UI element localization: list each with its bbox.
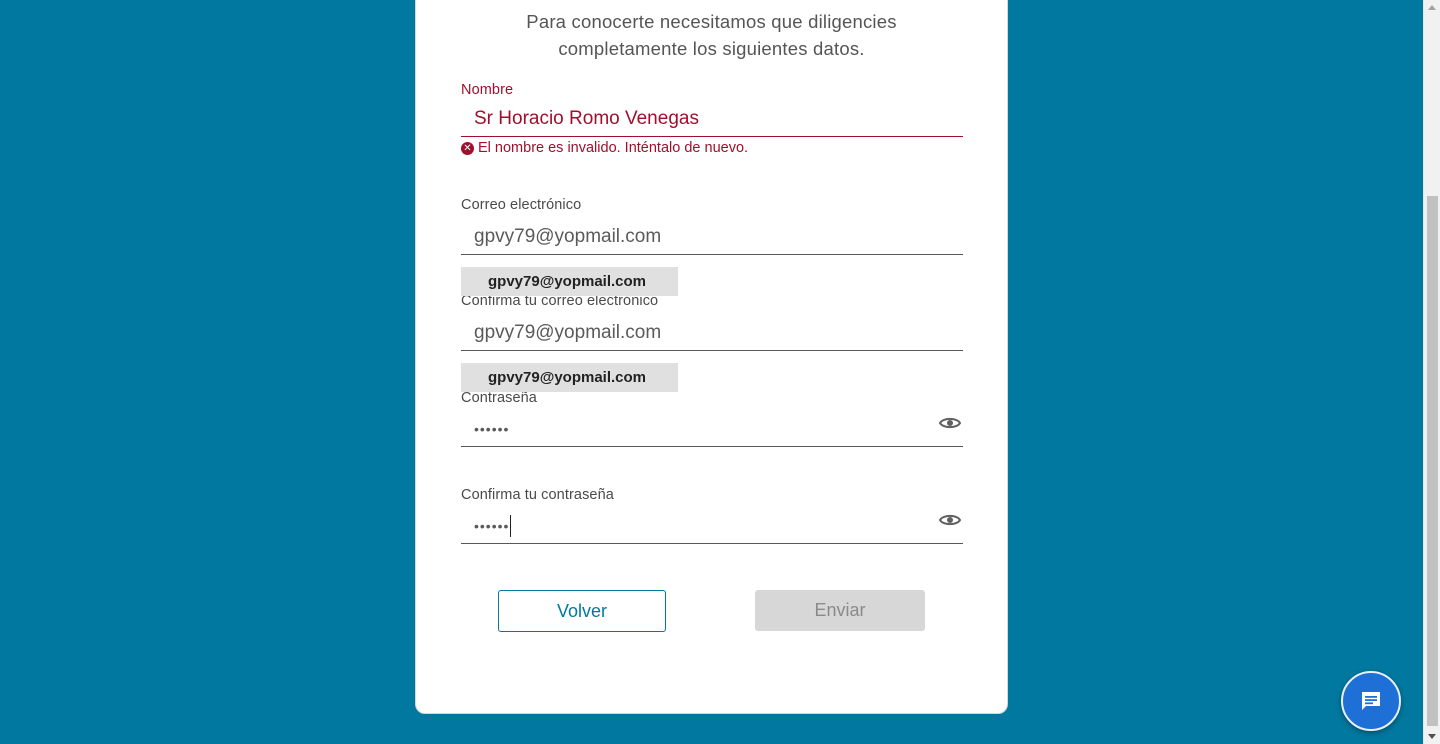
intro-line-2: completamente los siguientes datos. <box>558 38 865 59</box>
scroll-thumb[interactable] <box>1427 196 1438 726</box>
page: Para conocerte necesitamos que diligenci… <box>0 0 1440 744</box>
password-confirm-value: •••••• <box>474 517 510 534</box>
name-label: Nombre <box>461 82 514 98</box>
text-caret <box>510 514 512 537</box>
send-button[interactable]: Enviar <box>755 590 925 631</box>
scroll-up-arrow-icon[interactable] <box>1428 5 1436 10</box>
email-confirm-input[interactable] <box>461 315 963 351</box>
scrollbar[interactable] <box>1423 0 1440 744</box>
email-input[interactable] <box>461 219 963 255</box>
intro-line-1: Para conocerte necesitamos que diligenci… <box>526 11 897 32</box>
password-value: •••••• <box>474 420 510 437</box>
chat-icon <box>1362 692 1380 710</box>
password-label: Contraseña <box>461 390 537 406</box>
error-circle-icon: ✕ <box>461 141 474 155</box>
password-input[interactable]: •••••• <box>461 411 963 447</box>
chat-button[interactable] <box>1341 671 1401 731</box>
name-input[interactable] <box>461 101 963 137</box>
back-button[interactable]: Volver <box>498 590 666 632</box>
email-autofill-suggestion[interactable]: gpvy79@yopmail.com <box>461 267 678 296</box>
intro-text: Para conocerte necesitamos que diligenci… <box>415 8 1008 62</box>
email-confirm-autofill-suggestion[interactable]: gpvy79@yopmail.com <box>461 363 678 392</box>
name-error: ✕ El nombre es invalido. Inténtalo de nu… <box>461 140 748 156</box>
name-error-text: El nombre es invalido. Inténtalo de nuev… <box>478 140 749 156</box>
scroll-down-arrow-icon[interactable] <box>1428 734 1436 739</box>
eye-icon[interactable] <box>939 416 961 430</box>
eye-icon[interactable] <box>939 513 961 527</box>
password-confirm-input[interactable]: •••••• <box>461 508 963 544</box>
password-confirm-label: Confirma tu contraseña <box>461 487 614 503</box>
email-label: Correo electrónico <box>461 197 582 213</box>
